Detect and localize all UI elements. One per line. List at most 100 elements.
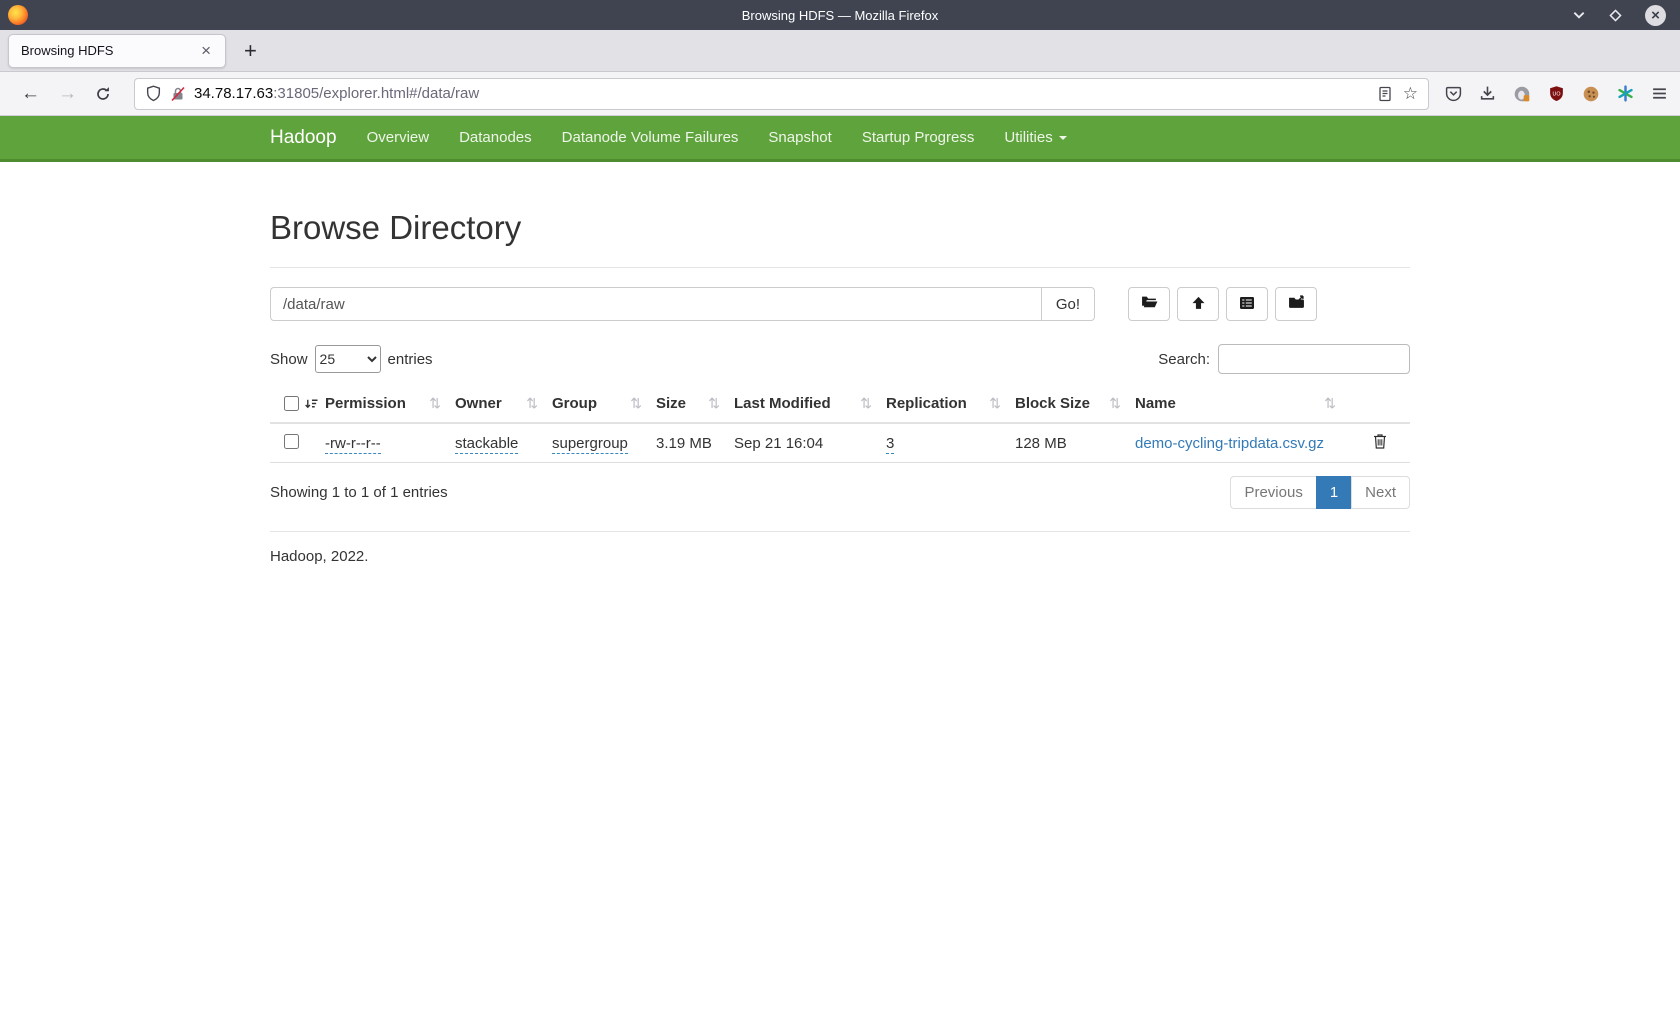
table-footer: Showing 1 to 1 of 1 entries Previous 1 N… <box>270 476 1410 509</box>
cell-owner[interactable]: stackable <box>455 435 518 454</box>
sort-ascending-icon[interactable] <box>304 397 319 410</box>
window-minimize-icon[interactable] <box>1572 8 1586 22</box>
directory-path-input[interactable] <box>270 287 1041 321</box>
pagination: Previous 1 Next <box>1230 476 1410 509</box>
nav-startup-progress[interactable]: Startup Progress <box>847 129 990 146</box>
cell-last-modified: Sep 21 16:04 <box>734 435 823 452</box>
navbar-inner: Hadoop Overview Datanodes Datanode Volum… <box>255 116 1425 159</box>
col-permission[interactable]: Permission <box>325 395 406 412</box>
svg-text:UO: UO <box>1553 91 1561 97</box>
menu-icon[interactable] <box>1651 85 1668 102</box>
navigation-toolbar: ← → 34.78.17.63:31805/explorer.html#/dat… <box>0 72 1680 116</box>
nav-snapshot[interactable]: Snapshot <box>753 129 846 146</box>
new-folder-button[interactable] <box>1275 287 1317 321</box>
colorful-asterisk-icon[interactable] <box>1617 85 1634 102</box>
file-table: Permission ⇅ Owner ⇅ Group ⇅ Size ⇅ Last Mod… <box>270 386 1410 463</box>
window-maximize-icon[interactable] <box>1609 9 1622 22</box>
pagination-previous[interactable]: Previous <box>1230 476 1316 509</box>
col-last-modified[interactable]: Last Modified <box>734 395 831 412</box>
window-controls: × <box>1572 5 1680 26</box>
url-path: :31805/explorer.html#/data/raw <box>273 85 479 102</box>
tab-close-icon[interactable]: × <box>199 42 213 59</box>
pagination-page-1[interactable]: 1 <box>1316 476 1352 509</box>
nav-utilities[interactable]: Utilities <box>989 129 1081 146</box>
sort-icon[interactable]: ⇅ <box>526 395 538 412</box>
sort-icon[interactable]: ⇅ <box>630 395 642 412</box>
insecure-lock-icon[interactable] <box>170 86 186 102</box>
sort-icon[interactable]: ⇅ <box>989 395 1001 412</box>
download-icon[interactable] <box>1479 85 1496 102</box>
window-title: Browsing HDFS — Mozilla Firefox <box>742 8 939 23</box>
tab-bar: Browsing HDFS × + <box>0 30 1680 72</box>
shield-icon[interactable] <box>145 85 162 102</box>
col-group[interactable]: Group <box>552 395 597 412</box>
sort-icon[interactable]: ⇅ <box>860 395 872 412</box>
cell-permission[interactable]: -rw-r--r-- <box>325 435 381 454</box>
go-button[interactable]: Go! <box>1041 287 1095 321</box>
sort-icon[interactable]: ⇅ <box>708 395 720 412</box>
file-link[interactable]: demo-cycling-tripdata.csv.gz <box>1135 435 1324 452</box>
nav-datanode-volume-failures[interactable]: Datanode Volume Failures <box>547 129 754 146</box>
reload-button[interactable] <box>95 86 111 102</box>
footer-text: Hadoop, 2022. <box>270 548 1410 565</box>
pagination-next[interactable]: Next <box>1351 476 1410 509</box>
cell-block-size: 128 MB <box>1015 435 1067 452</box>
tab-browsing-hdfs[interactable]: Browsing HDFS × <box>8 34 226 68</box>
firefox-window: Browsing HDFS — Mozilla Firefox × Browsi… <box>0 0 1680 1012</box>
firefox-logo-icon <box>8 5 28 25</box>
cell-replication[interactable]: 3 <box>886 435 894 454</box>
list-button[interactable] <box>1226 287 1268 321</box>
folder-new-icon <box>1288 295 1305 313</box>
forward-button[interactable]: → <box>58 83 77 105</box>
trash-icon[interactable] <box>1373 433 1387 449</box>
nav-datanodes[interactable]: Datanodes <box>444 129 547 146</box>
footer-divider <box>270 531 1410 532</box>
window-close-glyph: × <box>1651 8 1660 23</box>
sort-icon[interactable]: ⇅ <box>1324 395 1336 412</box>
toolbar-extensions: UO <box>1445 85 1668 103</box>
table-row: -rw-r--r-- stackable supergroup 3.19 MB … <box>270 423 1410 463</box>
url-host: 34.78.17.63 <box>194 85 273 102</box>
entries-info: Showing 1 to 1 of 1 entries <box>270 484 448 501</box>
new-tab-button[interactable]: + <box>244 40 257 62</box>
upload-icon <box>1191 296 1206 313</box>
browse-form: Go! <box>270 287 1410 321</box>
privacy-badger-icon[interactable] <box>1513 85 1531 103</box>
col-name[interactable]: Name <box>1135 395 1176 412</box>
col-owner[interactable]: Owner <box>455 395 502 412</box>
navbar-brand[interactable]: Hadoop <box>270 127 352 149</box>
search-label: Search: <box>1158 351 1210 368</box>
bookmark-star-icon[interactable]: ☆ <box>1403 84 1418 104</box>
ublock-icon[interactable]: UO <box>1548 85 1565 102</box>
page-title: Browse Directory <box>270 209 1410 247</box>
list-alt-icon <box>1239 296 1255 313</box>
entries-label: entries <box>388 351 433 368</box>
reader-mode-icon[interactable] <box>1377 86 1393 102</box>
content-container: Browse Directory Go! <box>255 162 1425 565</box>
cell-group[interactable]: supergroup <box>552 435 628 454</box>
url-text: 34.78.17.63:31805/explorer.html#/data/ra… <box>194 85 479 102</box>
folder-open-button[interactable] <box>1128 287 1170 321</box>
upload-button[interactable] <box>1177 287 1219 321</box>
sort-icon[interactable]: ⇅ <box>1109 395 1121 412</box>
window-close-icon[interactable]: × <box>1645 5 1666 26</box>
back-button[interactable]: ← <box>21 83 40 105</box>
col-block-size[interactable]: Block Size <box>1015 395 1090 412</box>
entries-select[interactable]: 25 <box>315 345 381 373</box>
select-all-checkbox[interactable] <box>284 396 299 411</box>
pocket-icon[interactable] <box>1445 85 1462 102</box>
show-entries-control: Show 25 entries <box>270 345 433 373</box>
col-size[interactable]: Size <box>656 395 686 412</box>
cookie-icon[interactable] <box>1582 85 1600 103</box>
col-replication[interactable]: Replication <box>886 395 967 412</box>
folder-open-icon <box>1141 295 1158 313</box>
sort-icon[interactable]: ⇅ <box>429 395 441 412</box>
search-input[interactable] <box>1218 344 1410 374</box>
nav-utilities-label: Utilities <box>1004 129 1052 146</box>
caret-down-icon <box>1059 136 1067 140</box>
cell-size: 3.19 MB <box>656 435 712 452</box>
path-input-group: Go! <box>270 287 1095 321</box>
nav-overview[interactable]: Overview <box>352 129 445 146</box>
row-checkbox[interactable] <box>284 434 299 449</box>
url-bar[interactable]: 34.78.17.63:31805/explorer.html#/data/ra… <box>134 78 1429 110</box>
